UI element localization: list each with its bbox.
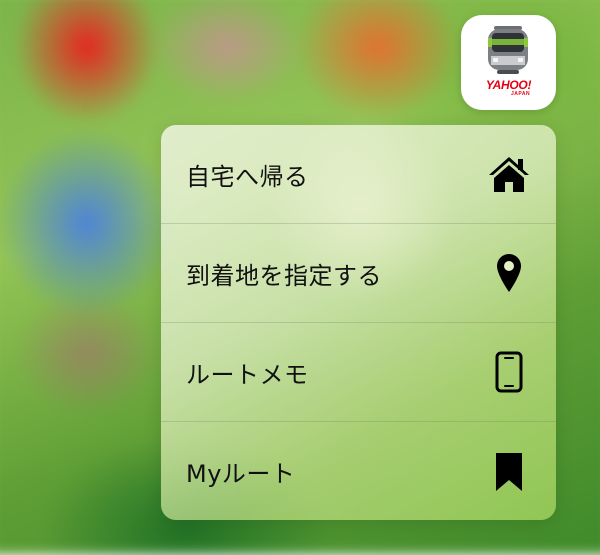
- quick-action-label: ルートメモ: [186, 360, 309, 389]
- japan-brand-subtext: JAPAN: [511, 91, 531, 97]
- location-pin-icon: [488, 251, 530, 295]
- quick-actions-menu: 自宅へ帰る 到着地を指定する ルートメモ Myルート: [161, 125, 556, 520]
- bookmark-icon: [488, 450, 530, 494]
- quick-action-go-home[interactable]: 自宅へ帰る: [161, 125, 556, 224]
- home-icon: [488, 152, 530, 196]
- train-icon: [488, 26, 528, 74]
- quick-action-label: 到着地を指定する: [186, 261, 382, 290]
- quick-action-label: Myルート: [186, 460, 296, 488]
- quick-action-route-memo[interactable]: ルートメモ: [161, 323, 556, 422]
- yahoo-brand-text: YAHOO!: [485, 78, 532, 92]
- quick-action-label: 自宅へ帰る: [186, 162, 309, 191]
- smartphone-icon: [488, 350, 530, 394]
- quick-action-my-route[interactable]: Myルート: [161, 422, 556, 520]
- yahoo-transit-app-icon[interactable]: YAHOO! JAPAN: [461, 15, 556, 110]
- quick-action-set-destination[interactable]: 到着地を指定する: [161, 224, 556, 323]
